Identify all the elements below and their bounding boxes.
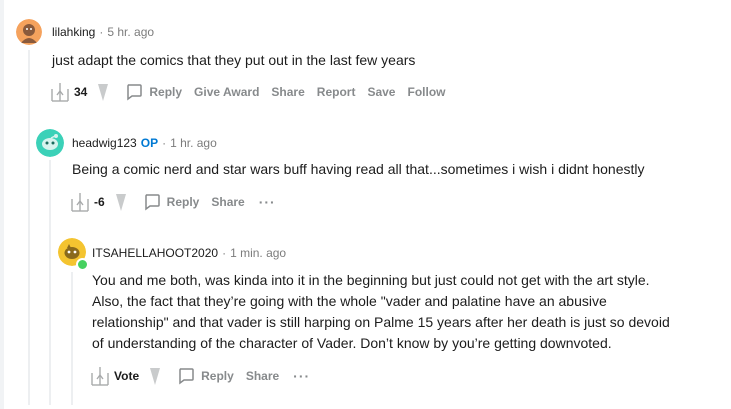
separator: · bbox=[162, 136, 167, 150]
share-button[interactable]: Share bbox=[211, 195, 244, 209]
comment-line: Also, the fact that they’re going with t… bbox=[92, 293, 607, 309]
speech-bubble-icon bbox=[143, 193, 161, 211]
left-gutter bbox=[0, 0, 4, 409]
vote-score: 34 bbox=[74, 85, 88, 99]
separator: · bbox=[222, 246, 227, 260]
comment-thread: lilahking · 5 hr. ago just adapt the com… bbox=[0, 0, 731, 409]
op-badge: OP bbox=[140, 136, 159, 150]
xwing-upvote-icon[interactable] bbox=[68, 190, 92, 214]
comment-actions: 34 Reply Give Award Share Report Save Fo… bbox=[48, 80, 457, 104]
comment-meta: ITSAHELLAHOOT2020 · 1 min. ago bbox=[92, 246, 286, 260]
thread-line[interactable] bbox=[28, 50, 30, 405]
reply-button[interactable]: Reply bbox=[125, 83, 182, 101]
reply-button[interactable]: Reply bbox=[143, 193, 200, 211]
speech-bubble-icon bbox=[125, 83, 143, 101]
comment-line: relationship" and that vader is still ha… bbox=[92, 314, 670, 330]
timestamp[interactable]: 1 hr. ago bbox=[170, 136, 217, 150]
timestamp[interactable]: 5 hr. ago bbox=[107, 25, 154, 39]
downvote-icon[interactable] bbox=[91, 80, 115, 104]
share-button[interactable]: Share bbox=[271, 85, 304, 99]
reply-label: Reply bbox=[201, 369, 234, 383]
reply-label: Reply bbox=[166, 195, 200, 209]
more-options-icon[interactable]: ··· bbox=[293, 368, 310, 384]
vote-score: -6 bbox=[94, 195, 105, 209]
reply-button[interactable]: Reply bbox=[177, 367, 234, 385]
comment-line: of understanding of the character of Vad… bbox=[92, 335, 612, 351]
comment-line: You and me both, was kinda into it in th… bbox=[92, 272, 650, 288]
reply-label: Reply bbox=[149, 85, 183, 99]
comment-body: just adapt the comics that they put out … bbox=[52, 52, 416, 68]
thread-line[interactable] bbox=[71, 272, 73, 405]
xwing-upvote-icon[interactable] bbox=[48, 80, 72, 104]
save-button[interactable]: Save bbox=[367, 85, 395, 99]
report-button[interactable]: Report bbox=[317, 85, 356, 99]
avatar[interactable] bbox=[36, 129, 64, 157]
speech-bubble-icon bbox=[177, 367, 195, 385]
thread-line[interactable] bbox=[49, 160, 51, 405]
comment-body: Being a comic nerd and star wars buff ha… bbox=[72, 161, 645, 177]
give-award-button[interactable]: Give Award bbox=[194, 85, 259, 99]
avatar[interactable] bbox=[16, 19, 42, 45]
follow-button[interactable]: Follow bbox=[407, 85, 445, 99]
comment-actions: Vote Reply Share ··· bbox=[88, 364, 310, 388]
xwing-upvote-icon[interactable] bbox=[88, 364, 112, 388]
comment-body: You and me both, was kinda into it in th… bbox=[92, 270, 722, 354]
author-name[interactable]: lilahking bbox=[52, 25, 95, 39]
comment-meta: headwig123 OP · 1 hr. ago bbox=[72, 136, 217, 150]
more-options-icon[interactable]: ··· bbox=[259, 194, 276, 210]
author-name[interactable]: headwig123 bbox=[72, 136, 137, 150]
downvote-icon[interactable] bbox=[143, 364, 167, 388]
separator: · bbox=[99, 25, 104, 39]
share-button[interactable]: Share bbox=[246, 369, 279, 383]
downvote-icon[interactable] bbox=[109, 190, 133, 214]
timestamp[interactable]: 1 min. ago bbox=[230, 246, 286, 260]
author-name[interactable]: ITSAHELLAHOOT2020 bbox=[92, 246, 218, 260]
comment-meta: lilahking · 5 hr. ago bbox=[52, 25, 154, 39]
online-status-indicator bbox=[76, 258, 89, 271]
comment-actions: -6 Reply Share ··· bbox=[68, 190, 276, 214]
vote-score: Vote bbox=[114, 369, 140, 383]
